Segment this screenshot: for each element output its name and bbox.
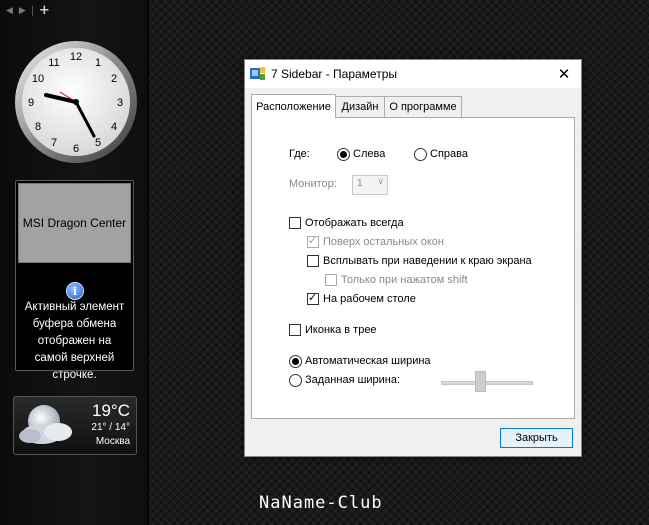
settings-dialog: 7 Sidebar - Параметры ✕ Расположение Диз… — [244, 59, 582, 457]
svg-text:5: 5 — [95, 137, 101, 149]
fixed-width-label[interactable]: Заданная ширина: — [305, 374, 400, 386]
tab-location[interactable]: Расположение — [251, 94, 336, 118]
always-show-label[interactable]: Отображать всегда — [305, 217, 404, 229]
tab-design[interactable]: Дизайн — [335, 96, 385, 117]
shift-only-label: Только при нажатом shift — [341, 274, 468, 286]
add-gadget-icon[interactable]: + — [39, 4, 50, 17]
dialog-title: 7 Sidebar - Параметры — [271, 67, 397, 81]
svg-text:11: 11 — [48, 57, 59, 69]
radio-left[interactable] — [337, 148, 350, 161]
auto-width-label[interactable]: Автоматическая ширина — [305, 355, 431, 367]
tab-panel-location: Где: Слева Справа Монитор: 1 ∨ Отображат… — [251, 117, 575, 419]
radio-right[interactable] — [414, 148, 427, 161]
on-desktop-label[interactable]: На рабочем столе — [323, 293, 416, 305]
svg-text:9: 9 — [28, 97, 34, 109]
weather-range: 21° / 14° — [91, 422, 130, 433]
svg-text:6: 6 — [73, 143, 79, 155]
on-desktop-checkbox[interactable] — [307, 291, 319, 305]
close-icon[interactable]: ✕ — [547, 60, 581, 88]
close-button[interactable]: Закрыть — [500, 428, 573, 448]
radio-left-label[interactable]: Слева — [353, 148, 385, 160]
radio-right-label[interactable]: Справа — [430, 148, 468, 160]
previous-icon[interactable]: ◀ — [6, 6, 13, 16]
chevron-down-icon: ∨ — [377, 177, 384, 187]
clipboard-gadget: MSI Dragon Center i Активный элемент буф… — [15, 180, 134, 381]
svg-text:10: 10 — [32, 73, 44, 85]
clipboard-message: Активный элемент буфера обмена отображен… — [24, 301, 125, 381]
app-icon — [250, 67, 265, 80]
radio-auto-width[interactable] — [289, 355, 302, 368]
shift-only-checkbox[interactable] — [325, 274, 337, 286]
svg-text:1: 1 — [95, 57, 101, 69]
watermark: NaName-Club — [259, 493, 383, 513]
monitor-select[interactable]: 1 ∨ — [352, 175, 388, 195]
svg-text:4: 4 — [111, 121, 117, 133]
weather-city: Москва — [95, 436, 130, 447]
monitor-value: 1 — [357, 178, 363, 189]
info-icon: i — [66, 282, 84, 300]
tab-about[interactable]: О программе — [384, 96, 462, 117]
svg-text:7: 7 — [51, 137, 57, 149]
clipboard-item[interactable]: MSI Dragon Center — [18, 183, 131, 263]
weather-gadget[interactable]: 19°C 21° / 14° Москва — [13, 396, 137, 455]
popup-edge-label[interactable]: Всплывать при наведении к краю экрана — [323, 255, 532, 267]
monitor-label: Монитор: — [289, 178, 337, 190]
tray-icon-label[interactable]: Иконка в трее — [305, 324, 377, 336]
width-slider-thumb[interactable] — [475, 371, 486, 392]
weather-moon-cloud-icon — [19, 405, 72, 444]
radio-fixed-width[interactable] — [289, 374, 302, 387]
position-label: Где: — [289, 148, 310, 160]
weather-temperature: 19°C — [92, 401, 130, 420]
svg-text:12: 12 — [70, 51, 82, 63]
clock-gadget[interactable]: 12 1 2 3 4 5 6 7 8 9 10 11 — [14, 40, 138, 164]
sidebar: ◀ ▶ + 12 1 2 3 4 5 6 7 8 9 10 11 MSI Dra… — [0, 0, 149, 525]
width-slider-track[interactable] — [441, 381, 533, 385]
sidebar-toolbar: ◀ ▶ + — [6, 4, 50, 17]
title-bar[interactable]: 7 Sidebar - Параметры ✕ — [245, 60, 581, 88]
always-show-checkbox[interactable] — [289, 217, 301, 229]
tray-icon-checkbox[interactable] — [289, 324, 301, 336]
toolbar-divider — [31, 6, 33, 16]
next-icon[interactable]: ▶ — [19, 6, 26, 16]
topmost-label: Поверх остальных окон — [323, 236, 444, 248]
svg-text:2: 2 — [111, 73, 117, 85]
svg-text:8: 8 — [35, 121, 41, 133]
popup-edge-checkbox[interactable] — [307, 255, 319, 267]
topmost-checkbox[interactable] — [307, 234, 319, 248]
svg-text:3: 3 — [117, 97, 123, 109]
